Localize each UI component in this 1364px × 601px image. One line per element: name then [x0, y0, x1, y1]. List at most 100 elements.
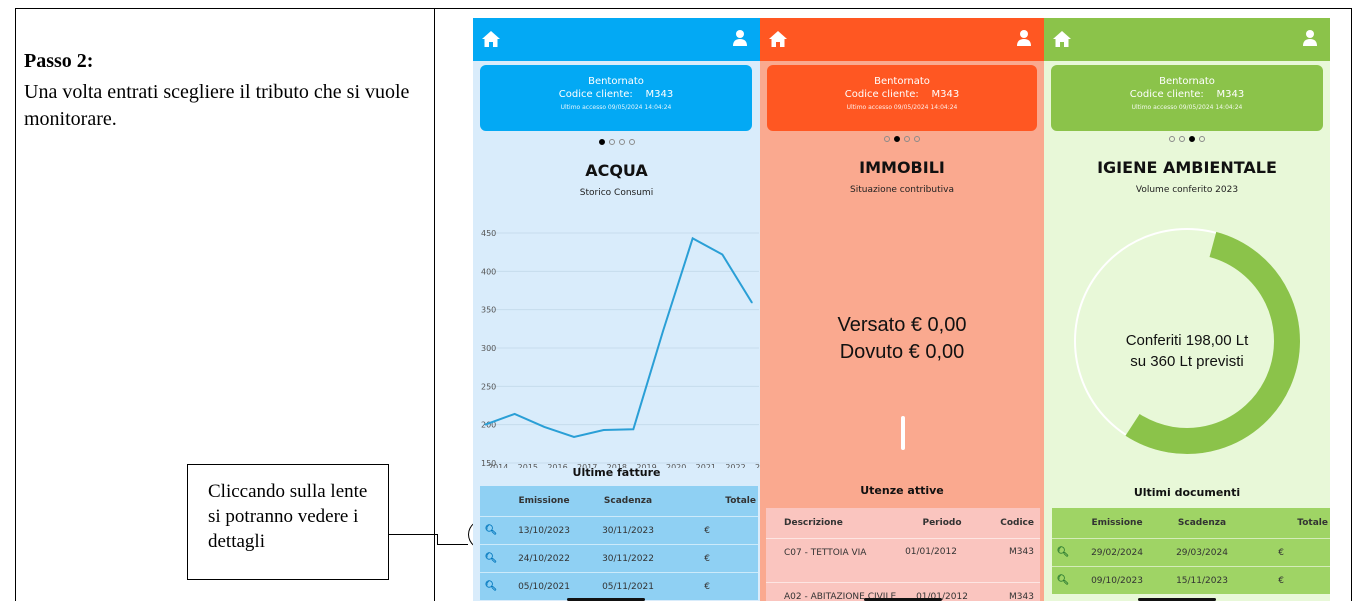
carousel-dots[interactable]	[1044, 136, 1330, 142]
data-point	[721, 253, 723, 256]
col-code: Codice	[1000, 518, 1034, 528]
carousel-dot[interactable]	[1169, 136, 1175, 142]
cell-due: 30/11/2022	[602, 553, 654, 564]
carousel-dot[interactable]	[1179, 136, 1185, 142]
cell-emission: 29/02/2024	[1091, 547, 1143, 558]
y-tick-label: 250	[481, 382, 496, 391]
col-period: Periodo	[922, 518, 962, 528]
table-row[interactable]: 🔍︎ 05/10/2021 05/11/2021 €	[480, 572, 758, 600]
carousel-dot[interactable]	[608, 139, 615, 145]
invoices-title: Ultime fatture	[572, 466, 661, 479]
home-icon[interactable]	[481, 30, 501, 48]
carousel-dot[interactable]	[618, 139, 625, 145]
card-title: ACQUA	[585, 161, 648, 180]
top-bar	[1044, 18, 1330, 61]
carousel-dot[interactable]	[1189, 136, 1195, 142]
col-emission: Emissione	[518, 496, 570, 506]
carousel-dot[interactable]	[904, 136, 910, 142]
table-row[interactable]: C07 - TETTOIA VIA 01/01/2012 M343	[766, 538, 1040, 582]
client-code-line: Codice cliente: M343	[844, 89, 960, 100]
table-row[interactable]: 🔍︎ 13/10/2023 30/11/2023 €	[480, 516, 758, 544]
user-icon[interactable]	[1016, 29, 1032, 47]
welcome-card: Bentornato Codice cliente: M343 Ultimo a…	[1051, 65, 1323, 131]
last-access: Ultimo accesso 09/05/2024 14:04:24	[1131, 104, 1243, 111]
utilities-title: Utenze attive	[860, 484, 944, 497]
client-code-line: Codice cliente: M343	[558, 89, 674, 100]
search-icon[interactable]: 🔍︎	[480, 581, 502, 592]
data-point	[662, 330, 664, 332]
client-code-line: Codice cliente: M343	[1129, 89, 1245, 100]
card-subtitle: Storico Consumi	[579, 188, 654, 198]
cell-code: M343	[1009, 547, 1034, 557]
phone-screen-property: Bentornato Codice cliente: M343 Ultimo a…	[760, 18, 1044, 601]
table-row[interactable]: 🔍︎ 29/02/2024 29/03/2024 €	[1052, 538, 1330, 566]
documents-title: Ultimi documenti	[1133, 486, 1241, 499]
card-title: IMMOBILI	[859, 158, 945, 177]
top-bar	[473, 18, 760, 61]
phone-screen-water: Bentornato Codice cliente: M343 Ultimo a…	[473, 18, 760, 601]
search-icon[interactable]: 🔍︎	[480, 525, 502, 536]
welcome-text: Bentornato	[1159, 76, 1215, 87]
data-point	[514, 413, 516, 415]
donut-center-line2: su 360 Lt previsti	[1130, 353, 1244, 370]
phone-screen-waste: Bentornato Codice cliente: M343 Ultimo a…	[1044, 18, 1330, 601]
documents-table: Emissione Scadenza Totale 🔍︎ 29/02/2024 …	[1052, 508, 1330, 594]
callout-connector-h2	[437, 544, 468, 545]
col-due: Scadenza	[1177, 518, 1227, 528]
carousel-dot[interactable]	[884, 136, 890, 142]
top-bar	[760, 18, 1044, 61]
cell-emission: 09/10/2023	[1091, 575, 1143, 586]
due-amount: Dovuto € 0,00	[839, 341, 965, 363]
last-access: Ultimo accesso 09/05/2024 14:04:24	[846, 104, 958, 111]
search-icon[interactable]: 🔍︎	[1052, 547, 1074, 558]
cell-total: €	[1278, 575, 1284, 586]
carousel-dots[interactable]	[760, 136, 1044, 142]
data-point	[751, 302, 753, 304]
home-icon[interactable]	[768, 30, 788, 48]
card-subtitle: Situazione contributiva	[850, 185, 954, 195]
card-title: IGIENE AMBIENTALE	[1097, 158, 1277, 177]
invoices-table: Emissione Scadenza Totale 🔍︎ 13/10/2023 …	[480, 486, 758, 600]
step-title: Passo 2:	[24, 50, 94, 72]
data-point	[603, 429, 605, 431]
paid-amount: Versato € 0,00	[837, 314, 967, 336]
welcome-card: Bentornato Codice cliente: M343 Ultimo a…	[480, 65, 752, 131]
carousel-dot[interactable]	[914, 136, 920, 142]
cell-total: €	[704, 525, 710, 536]
col-emission: Emissione	[1091, 518, 1143, 528]
welcome-text: Bentornato	[588, 76, 644, 87]
cell-emission: 05/10/2021	[518, 581, 570, 592]
carousel-dot[interactable]	[628, 139, 635, 145]
callout-connector-v	[437, 534, 438, 544]
welcome-card: Bentornato Codice cliente: M343 Ultimo a…	[767, 65, 1037, 131]
donut-center-line1: Conferiti 198,00 Lt	[1125, 332, 1249, 349]
search-icon[interactable]: 🔍︎	[1052, 575, 1074, 586]
series-line	[484, 236, 753, 438]
table-header: Descrizione Periodo Codice	[766, 508, 1040, 538]
cell-description: C07 - TETTOIA VIA	[784, 548, 867, 558]
card-subtitle: Volume conferito 2023	[1135, 185, 1239, 195]
data-point	[543, 426, 545, 428]
user-icon[interactable]	[732, 29, 748, 47]
data-point	[484, 424, 486, 426]
cell-due: 30/11/2023	[602, 525, 654, 536]
cell-period: 01/01/2012	[905, 547, 957, 557]
table-row[interactable]: 🔍︎ 24/10/2022 30/11/2022 €	[480, 544, 758, 572]
cell-due: 29/03/2024	[1176, 547, 1228, 558]
table-row[interactable]: 🔍︎ 09/10/2023 15/11/2023 €	[1052, 566, 1330, 594]
user-icon[interactable]	[1302, 29, 1318, 47]
cell-due: 15/11/2023	[1176, 575, 1228, 586]
search-icon[interactable]: 🔍︎	[480, 553, 502, 564]
carousel-dots[interactable]	[473, 139, 760, 145]
y-tick-label: 300	[481, 344, 496, 353]
data-point	[573, 436, 575, 438]
carousel-dot[interactable]	[1199, 136, 1205, 142]
callout-box: Cliccando sulla lente si potranno vedere…	[187, 464, 389, 580]
carousel-dot[interactable]	[598, 139, 605, 145]
y-tick-label: 350	[481, 306, 496, 315]
welcome-text: Bentornato	[874, 76, 930, 87]
home-icon[interactable]	[1052, 30, 1072, 48]
carousel-dot[interactable]	[894, 136, 900, 142]
step-description: Una volta entrati scegliere il tributo c…	[24, 81, 410, 130]
last-access: Ultimo accesso 09/05/2024 14:04:24	[560, 104, 672, 111]
